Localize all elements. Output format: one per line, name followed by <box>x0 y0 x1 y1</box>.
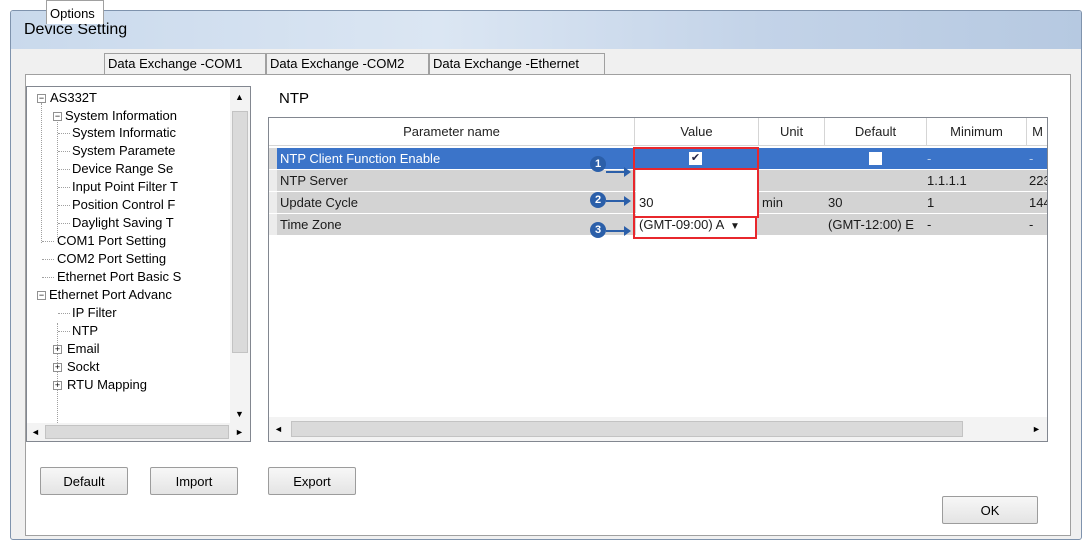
cell-maximum: 144 <box>1029 195 1047 210</box>
callout-badge: 3 <box>590 222 606 238</box>
expand-icon[interactable]: + <box>53 363 62 372</box>
scroll-up-icon[interactable]: ▲ <box>235 92 244 102</box>
tree-item-system-information-sub[interactable]: System Informatic <box>72 125 176 140</box>
cell-minimum: 1 <box>927 195 935 210</box>
highlight-box <box>633 147 759 170</box>
grid-header: Parameter name Value Unit Default Minimu… <box>269 118 1047 146</box>
collapse-icon[interactable]: − <box>53 112 62 121</box>
grid-horizontal-scrollbar[interactable]: ◄ ► <box>269 417 1047 441</box>
tree-item-position-control[interactable]: Position Control F <box>72 197 175 212</box>
column-header-value[interactable]: Value <box>635 118 759 146</box>
tree-vertical-scrollbar[interactable]: ▲ ▼ <box>230 87 250 423</box>
callout-badge: 1 <box>590 156 606 172</box>
tree-horizontal-scrollbar[interactable]: ◄ ► <box>27 423 250 441</box>
tree-item-email[interactable]: Email <box>67 341 100 356</box>
highlight-box <box>633 168 759 218</box>
cell-minimum: - <box>927 217 932 232</box>
column-header-maximum[interactable]: M <box>1027 118 1047 146</box>
expand-icon[interactable]: + <box>53 381 62 390</box>
tree-item-rtu-mapping[interactable]: RTU Mapping <box>67 377 147 392</box>
title-bar: Device Setting <box>11 11 1081 49</box>
collapse-icon[interactable]: − <box>37 94 46 103</box>
tab-data-exchange-com1[interactable]: Data Exchange -COM1 <box>104 53 266 74</box>
collapse-icon[interactable]: − <box>37 291 46 300</box>
tab-label: Data Exchange -Ethernet <box>433 56 579 71</box>
scroll-right-icon[interactable]: ► <box>235 427 244 437</box>
scroll-left-icon[interactable]: ◄ <box>274 424 283 434</box>
tree-item-com1-port-setting[interactable]: COM1 Port Setting <box>57 233 166 248</box>
scroll-thumb[interactable] <box>45 425 229 439</box>
export-button[interactable]: Export <box>268 467 356 495</box>
tree-item-as332t[interactable]: AS332T <box>50 90 97 105</box>
expand-icon[interactable]: + <box>53 345 62 354</box>
cell-default: (GMT-12:00) E <box>828 217 914 232</box>
ok-button[interactable]: OK <box>942 496 1038 524</box>
default-checkbox <box>869 152 882 165</box>
callout-arrow-icon <box>606 226 631 236</box>
cell-parameter-name: NTP Client Function Enable <box>280 151 441 166</box>
scroll-thumb[interactable] <box>232 111 248 353</box>
cell-default <box>825 170 927 191</box>
tree-item-ethernet-port-basic[interactable]: Ethernet Port Basic S <box>57 269 181 284</box>
column-header-default[interactable]: Default <box>825 118 927 146</box>
tab-label: Data Exchange -COM2 <box>270 56 405 71</box>
tree-item-ntp[interactable]: NTP <box>72 323 98 338</box>
cell-parameter-name: NTP Server <box>280 173 348 188</box>
cell-unit: min <box>762 195 783 210</box>
device-tree[interactable]: − AS332T − System Information System Inf… <box>26 86 251 442</box>
tree-item-sockt[interactable]: Sockt <box>67 359 100 374</box>
section-title: NTP <box>279 90 309 107</box>
cell-parameter-name: Time Zone <box>280 217 342 232</box>
tree-item-system-parameter[interactable]: System Paramete <box>72 143 175 158</box>
column-header-unit[interactable]: Unit <box>759 118 825 146</box>
tab-data-exchange-com2[interactable]: Data Exchange -COM2 <box>266 53 429 74</box>
cell-default: 30 <box>828 195 843 210</box>
tab-data-exchange-ethernet[interactable]: Data Exchange -Ethernet <box>429 53 605 74</box>
scroll-right-icon[interactable]: ► <box>1032 424 1041 434</box>
column-header-minimum[interactable]: Minimum <box>927 118 1027 146</box>
cell-minimum: - <box>927 151 932 166</box>
tree-item-device-range[interactable]: Device Range Se <box>72 161 173 176</box>
callout-badge: 2 <box>590 192 606 208</box>
cell-maximum: - <box>1029 217 1034 232</box>
default-button[interactable]: Default <box>40 467 128 495</box>
tree-item-ip-filter[interactable]: IP Filter <box>72 305 117 320</box>
cell-parameter-name: Update Cycle <box>280 195 359 210</box>
cell-minimum: 1.1.1.1 <box>927 173 967 188</box>
highlight-box <box>633 216 757 239</box>
column-header-parameter-name[interactable]: Parameter name <box>269 118 635 146</box>
tree-item-daylight-saving[interactable]: Daylight Saving T <box>72 215 174 230</box>
import-button[interactable]: Import <box>150 467 238 495</box>
cell-maximum: 223 <box>1029 173 1047 188</box>
callout-arrow-icon <box>606 196 631 206</box>
tab-label: Options <box>50 6 95 21</box>
callout-arrow-icon <box>606 167 631 177</box>
scroll-down-icon[interactable]: ▼ <box>235 409 244 419</box>
tree-item-ethernet-port-advanced[interactable]: Ethernet Port Advanc <box>49 287 172 302</box>
tab-label: Data Exchange -COM1 <box>108 56 243 71</box>
tree-item-com2-port-setting[interactable]: COM2 Port Setting <box>57 251 166 266</box>
scroll-left-icon[interactable]: ◄ <box>31 427 40 437</box>
cell-unit <box>759 170 825 191</box>
cell-unit <box>759 214 825 235</box>
tab-options[interactable]: Options <box>46 0 104 24</box>
tree-item-input-point-filter[interactable]: Input Point Filter T <box>72 179 178 194</box>
scroll-thumb[interactable] <box>291 421 963 437</box>
tree-item-system-information[interactable]: System Information <box>65 108 177 123</box>
cell-maximum: - <box>1029 151 1034 166</box>
